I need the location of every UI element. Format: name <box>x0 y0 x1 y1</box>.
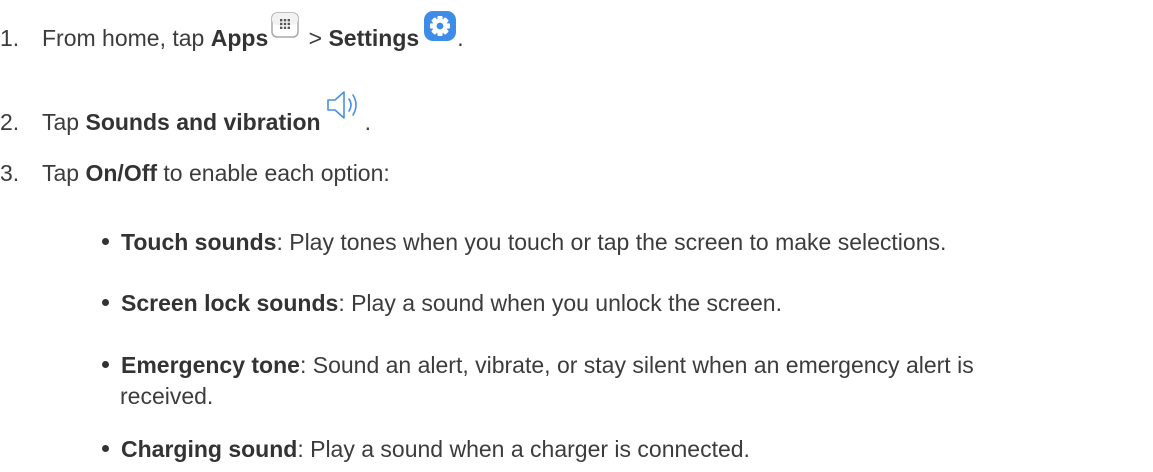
option-description-continuation: received. <box>120 383 214 409</box>
bullet-dot <box>102 361 109 369</box>
step-text: > <box>302 25 329 51</box>
speaker-sound-icon <box>325 88 365 122</box>
bullet-dot <box>102 238 109 246</box>
step-bold-sounds: Sounds and vibration <box>85 109 321 135</box>
step-number: 2. <box>0 109 20 135</box>
step-bold-apps: Apps <box>210 25 269 51</box>
step-text: From home, tap <box>42 25 211 51</box>
step-1: 1. From home, tap Apps > Settings . <box>0 11 464 53</box>
option-item-touch-sounds: Touch sounds: Play tones when you touch … <box>102 227 946 257</box>
option-name: Touch sounds <box>121 229 277 255</box>
instruction-document: 1. From home, tap Apps > Settings . 2. T… <box>0 0 1153 472</box>
bullet-dot <box>102 299 109 307</box>
step-text: Tap <box>42 160 86 186</box>
step-number: 3. <box>0 160 20 186</box>
apps-grid-icon <box>271 12 299 38</box>
step-text: . <box>364 109 371 135</box>
step-number: 1. <box>0 25 20 51</box>
option-item-charging-sound: Charging sound: Play a sound when a char… <box>102 434 750 464</box>
option-description: : Play tones when you touch or tap the s… <box>276 229 947 255</box>
option-name: Emergency tone <box>121 352 300 378</box>
option-name: Screen lock sounds <box>121 290 339 316</box>
bullet-dot <box>102 445 109 453</box>
step-bold-settings: Settings <box>328 25 420 51</box>
settings-gear-icon <box>423 10 457 42</box>
step-text: . <box>457 25 464 51</box>
option-item-screen-lock-sounds: Screen lock sounds: Play a sound when yo… <box>102 288 782 318</box>
step-text: Tap <box>42 109 86 135</box>
step-text: to enable each option: <box>157 160 390 186</box>
step-bold-onoff: On/Off <box>85 160 158 186</box>
option-name: Charging sound <box>121 436 298 462</box>
option-item-emergency-tone: Emergency tone: Sound an alert, vibrate,… <box>102 350 974 380</box>
step-3: 3. Tap On/Off to enable each option: <box>0 158 390 188</box>
option-description: : Play a sound when you unlock the scree… <box>338 290 782 316</box>
option-description: : Sound an alert, vibrate, or stay silen… <box>299 352 974 378</box>
option-description: : Play a sound when a charger is connect… <box>297 436 750 462</box>
step-2: 2. Tap Sounds and vibration . <box>0 91 371 137</box>
